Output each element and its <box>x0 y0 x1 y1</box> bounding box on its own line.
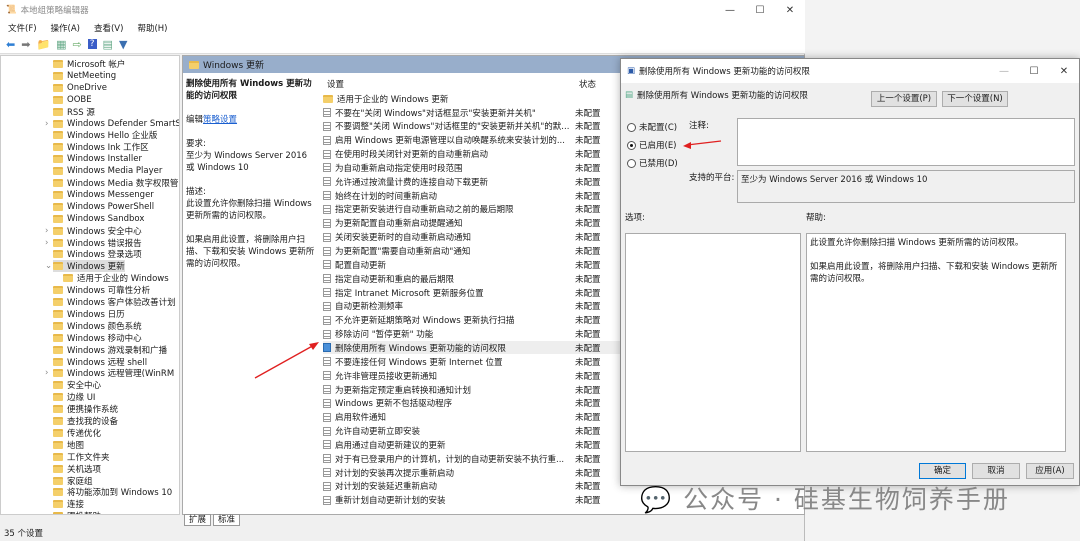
platform-box: 至少为 Windows Server 2016 或 Windows 10 <box>737 170 1075 203</box>
platform-label: 支持的平台: <box>689 173 735 183</box>
watermark: 💬 公众号 · 硅基生物饲养手册 <box>640 480 1010 516</box>
dialog-close-button[interactable]: ✕ <box>1049 66 1079 77</box>
red-arrow-list <box>254 343 317 379</box>
apply-button[interactable]: 应用(A) <box>1026 463 1074 479</box>
previous-setting-button[interactable]: 上一个设置(P) <box>871 91 937 107</box>
comment-textarea[interactable] <box>737 118 1075 166</box>
help-panel: 此设置允许你删除扫描 Windows 更新所需的访问权限。 如果启用此设置，将删… <box>806 233 1066 452</box>
red-arrow-enabled <box>683 140 722 149</box>
cancel-button[interactable]: 取消 <box>972 463 1020 479</box>
options-label: 选项: <box>625 213 645 223</box>
arrow-head <box>309 342 319 350</box>
help-text-2: 如果启用此设置，将删除用户扫描、下载和安装 Windows 更新所需的访问权限。 <box>810 262 1058 284</box>
watermark-text: 公众号 · 硅基生物饲养手册 <box>683 485 1010 514</box>
options-panel <box>625 233 801 452</box>
dialog-minimize-button[interactable]: — <box>989 66 1019 77</box>
dialog-maximize-button[interactable]: ☐ <box>1019 66 1049 77</box>
ok-button[interactable]: 确定 <box>919 463 966 479</box>
help-label: 帮助: <box>806 213 826 223</box>
radio-button[interactable] <box>627 158 636 168</box>
wechat-icon: 💬 <box>640 485 674 514</box>
policy-dialog: ▣ 删除使用所有 Windows 更新功能的访问权限 — ☐ ✕ ▤ 删除使用所有… <box>620 58 1080 486</box>
next-setting-button[interactable]: 下一个设置(N) <box>942 91 1008 107</box>
help-text-1: 此设置允许你删除扫描 Windows 更新所需的访问权限。 <box>810 238 1024 248</box>
